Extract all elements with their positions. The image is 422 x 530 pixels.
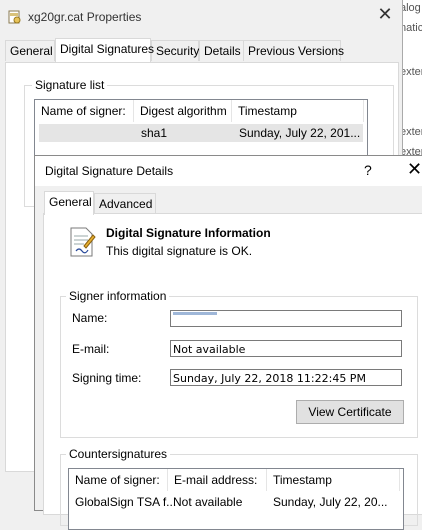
countersignatures-label: Countersignatures — [66, 447, 171, 461]
counter-row-timestamp: Sunday, July 22, 20... — [273, 495, 388, 509]
row-digest: sha1 — [141, 126, 168, 140]
info-heading: Digital Signature Information — [106, 226, 271, 240]
signing-time-field[interactable]: Sunday, July 22, 2018 11:22:45 PM — [170, 369, 402, 386]
name-label: Name: — [72, 311, 108, 325]
background-text: exter — [400, 66, 422, 78]
dialog-title-bar: Digital Signature Details ? ✕ — [35, 156, 422, 186]
tab-advanced[interactable]: Advanced — [94, 193, 156, 214]
background-text: alog — [400, 2, 421, 14]
tab-general[interactable]: General — [44, 191, 94, 215]
signature-details-dialog: Digital Signature Details ? ✕ General Ad… — [34, 155, 422, 530]
column-header-email[interactable]: E-mail address: — [168, 469, 267, 491]
row-timestamp: Sunday, July 22, 201... — [239, 126, 361, 140]
dialog-title: Digital Signature Details — [45, 164, 174, 178]
column-header-signer[interactable]: Name of signer: — [35, 100, 134, 122]
counter-row-signer: GlobalSign TSA f... — [75, 495, 177, 509]
tab-general[interactable]: General — [5, 40, 55, 61]
title-bar: xg20gr.cat Properties — [8, 8, 398, 28]
column-header-timestamp[interactable]: Timestamp — [267, 469, 400, 491]
view-certificate-button[interactable]: View Certificate — [296, 400, 404, 424]
tab-details[interactable]: Details — [199, 40, 245, 61]
column-header-digest[interactable]: Digest algorithm — [134, 100, 232, 122]
dialog-tab-panel: Digital Signature Information This digit… — [43, 213, 422, 530]
close-icon[interactable]: ✕ — [407, 160, 422, 178]
email-label: E-mail: — [72, 342, 110, 356]
column-header-timestamp[interactable]: Timestamp — [232, 100, 364, 122]
countersignatures-list[interactable]: Name of signer: E-mail address: Timestam… — [68, 468, 404, 530]
catalog-file-icon — [8, 10, 21, 24]
info-status: This digital signature is OK. — [106, 244, 253, 258]
tab-security[interactable]: Security — [151, 40, 199, 61]
signature-list-label: Signature list — [32, 78, 108, 92]
name-placeholder — [173, 312, 217, 315]
signing-time-label: Signing time: — [72, 371, 142, 385]
tab-previous-versions[interactable]: Previous Versions — [243, 40, 344, 61]
signer-information-label: Signer information — [66, 289, 170, 303]
background-text: exter — [400, 126, 422, 138]
window-title: xg20gr.cat Properties — [28, 10, 142, 24]
column-header-signer[interactable]: Name of signer: — [69, 469, 168, 491]
name-field[interactable] — [170, 310, 402, 327]
close-icon[interactable]: ✕ — [377, 5, 393, 23]
email-field[interactable]: Not available — [170, 340, 402, 357]
tab-digital-signatures[interactable]: Digital Signatures — [55, 38, 154, 62]
signed-document-icon — [70, 227, 96, 257]
background-text: natic — [400, 22, 422, 34]
help-button[interactable]: ? — [364, 162, 372, 178]
counter-row-email: Not available — [173, 495, 243, 509]
